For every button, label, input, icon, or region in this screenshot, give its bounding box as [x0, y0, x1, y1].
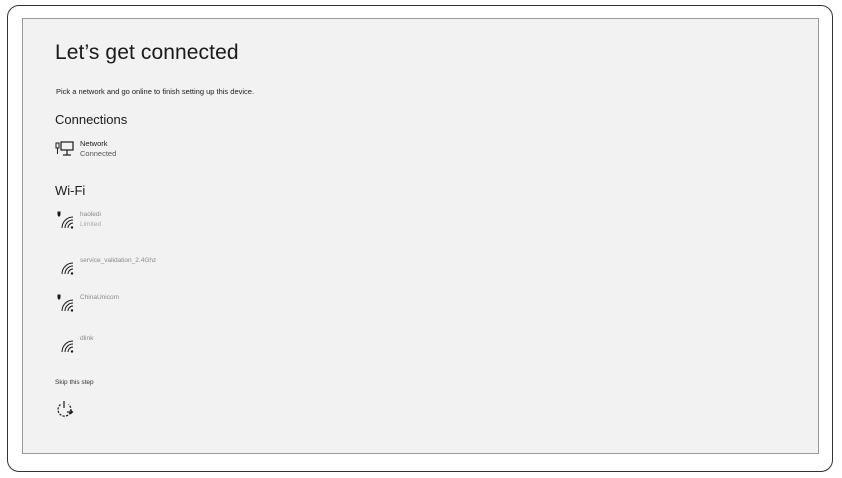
wifi-network-name: haoledi — [80, 211, 101, 218]
wifi-network-status: Limited — [80, 221, 101, 228]
page-title: Let’s get connected — [55, 41, 239, 64]
wifi-network-name: ChinaUnicom — [80, 294, 120, 301]
connection-name: Network — [80, 139, 108, 148]
wifi-network-name: service_validation_2.4Ghz — [80, 257, 157, 264]
skip-this-step-link[interactable]: Skip this step — [55, 379, 94, 386]
wifi-icon — [61, 262, 74, 275]
wifi-network-item[interactable]: dlink — [55, 334, 93, 354]
connection-item-network[interactable]: Network Connected — [55, 139, 116, 159]
wifi-heading: Wi-Fi — [55, 183, 86, 198]
wifi-icon — [61, 340, 74, 353]
connections-heading: Connections — [55, 112, 128, 127]
wifi-network-item[interactable]: ChinaUnicom — [55, 293, 119, 313]
wifi-network-item[interactable]: service_validation_2.4Ghz — [55, 256, 156, 276]
wifi-network-item[interactable]: haoledi Limited — [55, 210, 101, 230]
wifi-secured-icon — [57, 294, 74, 312]
setup-screen: Let’s get connected Pick a network and g… — [22, 18, 819, 454]
wifi-secured-icon — [57, 211, 74, 229]
wired-network-icon — [55, 141, 74, 156]
wifi-network-name: dlink — [80, 335, 94, 342]
power-icon[interactable] — [56, 399, 76, 419]
connection-status: Connected — [80, 149, 117, 158]
page-subtitle: Pick a network and go online to finish s… — [56, 87, 255, 96]
